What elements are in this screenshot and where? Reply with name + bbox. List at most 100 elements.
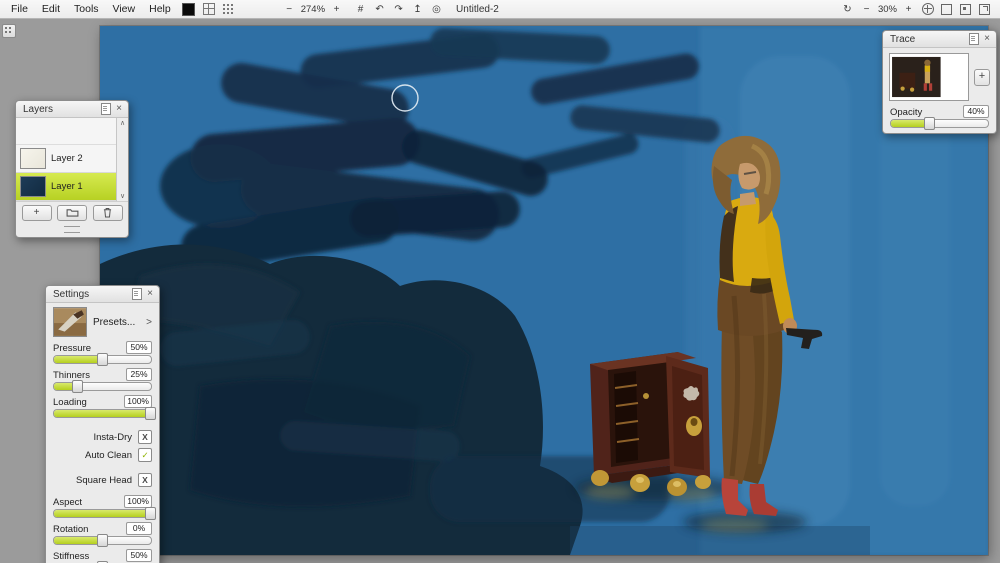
slider-fill [54, 507, 156, 520]
layer-row-layer1[interactable]: Layer 1 [16, 173, 116, 201]
aspect-slider-row: Aspect 100% [46, 494, 159, 521]
menu-help[interactable]: Help [144, 1, 180, 17]
auto-clean-checkbox[interactable]: ✓ [138, 448, 152, 462]
view-zoom-in-button[interactable]: + [899, 2, 918, 16]
opacity-value[interactable]: 40% [963, 105, 989, 118]
canvas[interactable] [100, 26, 988, 555]
canvas-zoom-in-button[interactable]: + [327, 2, 346, 16]
layers-scrollbar[interactable]: ∧ ∨ [116, 118, 128, 201]
thinners-slider[interactable] [53, 380, 152, 393]
slider-fill [54, 407, 156, 420]
close-icon[interactable]: × [983, 34, 991, 44]
trace-body: + [883, 48, 996, 104]
aspect-slider[interactable] [53, 507, 156, 520]
pressure-slider[interactable] [53, 353, 152, 366]
panel-menu-icon[interactable] [132, 288, 143, 300]
corner-arrow-icon [979, 3, 990, 15]
layer-group-button[interactable] [57, 204, 87, 221]
canvas-zoom-value[interactable]: 274% [299, 4, 327, 15]
insta-dry-label: Insta-Dry [93, 431, 132, 443]
menu-view[interactable]: View [108, 1, 145, 17]
grid-toggle-icon[interactable]: # [351, 2, 370, 16]
close-icon[interactable]: × [115, 104, 123, 114]
opacity-label: Opacity [890, 107, 923, 118]
slider-knob[interactable] [96, 534, 108, 547]
pressure-slider-row: Pressure 50% [46, 340, 159, 367]
grid-icon [203, 3, 216, 15]
loading-label: Loading [53, 397, 87, 408]
scroll-down-icon[interactable]: ∨ [120, 192, 125, 200]
stiffness-slider-row: Stiffness 50% [46, 548, 159, 563]
rotation-value[interactable]: 0% [126, 522, 152, 535]
collapsed-panel-icon[interactable] [2, 24, 16, 38]
layer-row-layer2[interactable]: Layer 2 [16, 145, 116, 173]
layer-thumbnail [20, 176, 46, 197]
document-title: Untitled-2 [456, 3, 499, 15]
view-zoom-out-button[interactable]: − [857, 2, 876, 16]
redo-icon[interactable]: ↷ [389, 2, 408, 16]
square-head-checkbox[interactable]: X [138, 473, 152, 487]
slider-fill [891, 117, 935, 130]
settings-panel-title: Settings [53, 288, 90, 300]
settings-panel-titlebar[interactable]: Settings × [46, 286, 159, 303]
add-layer-button[interactable]: + [21, 204, 52, 221]
zoom-actual-icon[interactable] [937, 2, 956, 16]
presets-row[interactable]: Presets... > [46, 303, 159, 340]
view-zoom-value[interactable]: 30% [876, 4, 899, 15]
thinners-value[interactable]: 25% [126, 368, 152, 381]
trace-image-thumbnail[interactable] [889, 53, 969, 101]
insta-dry-checkbox[interactable]: X [138, 430, 152, 444]
pressure-value[interactable]: 50% [126, 341, 152, 354]
trash-icon [103, 207, 112, 218]
center-view-icon[interactable] [918, 2, 937, 16]
trace-reference-image [891, 55, 967, 99]
loading-slider[interactable] [53, 407, 156, 420]
layers-panel-titlebar[interactable]: Layers × [16, 101, 128, 118]
fullscreen-icon[interactable] [975, 2, 994, 16]
square-inner-icon [960, 3, 971, 15]
slider-knob[interactable] [923, 117, 935, 130]
thinners-slider-row: Thinners 25% [46, 367, 159, 394]
opacity-slider[interactable] [890, 117, 989, 130]
color-swatch[interactable] [181, 2, 195, 16]
close-icon[interactable]: × [146, 289, 154, 299]
menu-tools[interactable]: Tools [69, 1, 108, 17]
rotation-slider[interactable] [53, 534, 152, 547]
menu-edit[interactable]: Edit [37, 1, 69, 17]
insta-dry-row: Insta-Dry X [46, 428, 159, 446]
load-trace-image-button[interactable]: + [974, 68, 990, 86]
reference-grid-icon[interactable] [219, 2, 238, 16]
panel-menu-icon[interactable] [969, 33, 980, 45]
slider-knob[interactable] [145, 507, 156, 520]
artrage-app: File Edit Tools View Help − 274% + # ↶ ↷… [0, 0, 1000, 563]
layers-panel-title: Layers [23, 103, 54, 115]
slider-fill [54, 353, 108, 366]
delete-layer-button[interactable] [92, 204, 123, 221]
stiffness-value[interactable]: 50% [126, 549, 152, 562]
slider-knob[interactable] [96, 353, 108, 366]
panel-menu-icon[interactable] [101, 103, 112, 115]
painting [100, 26, 988, 555]
rotation-label: Rotation [53, 524, 89, 535]
rotate-view-icon[interactable]: ↻ [838, 2, 857, 16]
panel-resize-grip[interactable] [64, 226, 80, 233]
slider-knob[interactable] [72, 380, 84, 393]
canvas-grid-icon[interactable] [200, 2, 219, 16]
undo-icon[interactable]: ↶ [370, 2, 389, 16]
zoom-fit-icon[interactable] [956, 2, 975, 16]
canvas-zoom-out-button[interactable]: − [280, 2, 299, 16]
record-icon[interactable]: ◎ [427, 2, 446, 16]
layer-buttons: + [16, 201, 128, 223]
layer-name: Layer 2 [51, 153, 83, 164]
scroll-up-icon[interactable]: ∧ [120, 119, 125, 127]
layers-panel: Layers × Layer 2 Layer 1 ∧ ∨ + [15, 100, 129, 238]
square-head-row: Square Head X [46, 471, 159, 489]
slider-knob[interactable] [145, 407, 156, 420]
export-icon[interactable]: ↥ [408, 2, 427, 16]
brush-preset-thumbnail [53, 307, 87, 337]
slider-fill [54, 534, 108, 547]
menu-file[interactable]: File [6, 1, 37, 17]
square-icon [941, 3, 952, 15]
trace-panel-titlebar[interactable]: Trace × [883, 31, 996, 48]
layer-list: Layer 2 Layer 1 ∧ ∨ [16, 118, 128, 201]
